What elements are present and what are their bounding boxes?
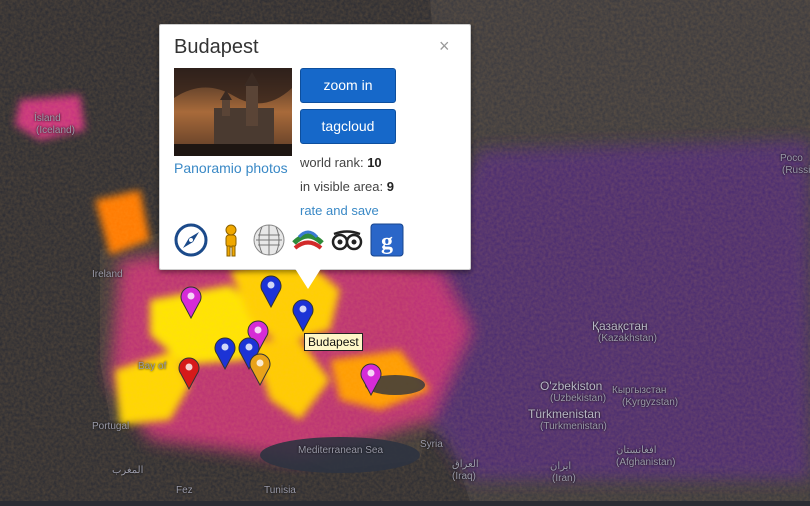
blue-pin-budapest[interactable] — [292, 298, 314, 332]
tripadvisor-owl-icon[interactable] — [330, 223, 364, 257]
blue-pin-2[interactable] — [214, 336, 236, 370]
red-pin[interactable] — [178, 356, 200, 390]
magenta-pin-1[interactable] — [180, 285, 202, 319]
compass-icon[interactable] — [174, 223, 208, 257]
visible-area-label: in visible area: — [300, 179, 384, 194]
marker-tooltip: Budapest — [304, 333, 363, 351]
tagcloud-button[interactable]: tagcloud — [300, 109, 396, 144]
panoramio-photos-link[interactable]: Panoramio photos — [174, 160, 288, 176]
map-place-label: (Iraq) — [452, 471, 476, 482]
world-rank-stat: world rank: 10 — [300, 155, 382, 170]
google-icon[interactable]: g — [370, 223, 404, 257]
rate-and-save-link[interactable]: rate and save — [300, 203, 379, 218]
wikiloc-icon[interactable] — [291, 223, 325, 257]
map-place-label: (Afghanistan) — [616, 457, 676, 468]
map-place-label: (Turkmenistan) — [540, 421, 607, 432]
panoramio-thumbnail[interactable] — [174, 68, 292, 156]
info-window: Budapest × Panoramio photos zoom in tagc… — [159, 24, 471, 270]
map-place-label: Mediterranean Sea — [298, 445, 384, 456]
map-place-label: Syria — [420, 439, 443, 450]
map-place-label: (Iran) — [552, 473, 576, 484]
map-place-label: (Kyrgyzstan) — [622, 397, 679, 408]
visible-area-value: 9 — [386, 179, 394, 194]
close-icon[interactable]: × — [439, 36, 450, 57]
zoom-in-button[interactable]: zoom in — [300, 68, 396, 103]
magenta-pin-3[interactable] — [360, 362, 382, 396]
map-place-label: (Iceland) — [36, 125, 75, 136]
world-rank-label: world rank: — [300, 155, 364, 170]
blue-pin-1[interactable] — [260, 274, 282, 308]
map-place-label: Portugal — [92, 421, 130, 432]
map-place-label: (Kazakhstan) — [598, 333, 657, 344]
visible-area-stat: in visible area: 9 — [300, 179, 394, 194]
orange-pin[interactable] — [249, 352, 271, 386]
map-place-label: (Uzbekistan) — [550, 393, 607, 404]
map-place-label: Ireland — [92, 269, 123, 280]
street-view-pegman-icon[interactable] — [214, 223, 248, 257]
svg-text:g: g — [381, 229, 393, 255]
map-place-label: Fez — [176, 485, 193, 496]
map-place-label: المغرب — [112, 465, 144, 476]
info-window-pointer — [294, 267, 322, 289]
map-place-label: Tunisia — [264, 485, 296, 496]
map-place-label: Bay of — [138, 361, 167, 372]
map-place-label: (Russia) — [782, 165, 810, 176]
world-rank-value: 10 — [367, 155, 382, 170]
service-icon-row: g — [174, 223, 414, 259]
wikipedia-icon[interactable] — [252, 223, 286, 257]
info-window-title: Budapest — [174, 36, 259, 58]
